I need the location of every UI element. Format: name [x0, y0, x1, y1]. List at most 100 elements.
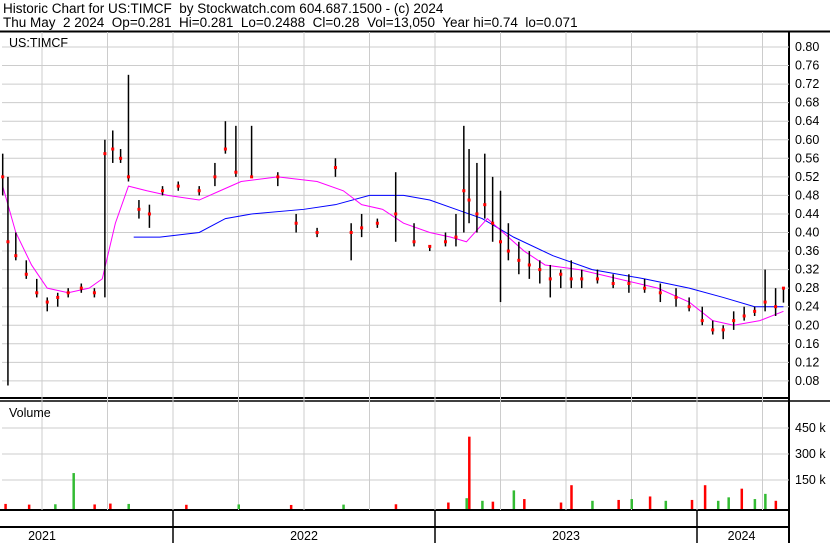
close-marker: [35, 291, 39, 295]
close-marker: [580, 277, 584, 281]
volume-bar: [72, 473, 75, 509]
close-marker: [781, 286, 785, 290]
close-marker: [79, 286, 83, 290]
close-marker: [462, 189, 466, 193]
close-marker: [126, 175, 130, 179]
volume-bar: [394, 504, 398, 509]
close-marker: [658, 291, 662, 295]
volume-bar: [4, 503, 7, 509]
volume-bar: [664, 500, 668, 509]
close-marker: [467, 198, 471, 202]
close-marker: [499, 240, 502, 244]
close-marker: [774, 305, 778, 309]
close-marker: [428, 244, 432, 248]
price-tick-label: 0.72: [795, 77, 819, 91]
volume-tick-label: 450 k: [795, 421, 826, 435]
price-tick-label: 0.24: [795, 300, 819, 314]
volume-bar: [774, 500, 778, 509]
close-marker: [548, 277, 552, 281]
close-marker: [569, 277, 573, 281]
volume-bar: [465, 498, 468, 509]
close-marker: [315, 231, 319, 234]
price-tick-label: 0.68: [795, 96, 819, 110]
close-marker: [753, 309, 757, 313]
close-marker: [294, 221, 298, 225]
close-marker: [56, 295, 60, 299]
close-marker: [1, 175, 5, 179]
close-marker: [538, 268, 542, 272]
close-marker: [627, 282, 631, 286]
close-marker: [721, 328, 725, 332]
close-marker: [161, 189, 165, 193]
close-marker: [349, 231, 353, 234]
volume-bar: [512, 490, 516, 509]
price-tick-label: 0.64: [795, 114, 819, 128]
close-marker: [213, 175, 217, 179]
close-marker: [375, 221, 379, 225]
close-marker: [483, 203, 487, 207]
price-tick-label: 0.28: [795, 281, 819, 295]
volume-bar: [481, 500, 484, 509]
year-label: 2024: [728, 529, 756, 543]
close-marker: [360, 226, 364, 230]
close-marker: [595, 277, 599, 281]
price-tick-label: 0.20: [795, 318, 819, 332]
close-marker: [103, 152, 107, 156]
close-marker: [443, 240, 447, 244]
volume-bar: [648, 496, 652, 509]
volume-bar: [690, 499, 694, 509]
close-marker: [559, 272, 563, 276]
close-marker: [611, 282, 615, 286]
volume-tick-label: 300 k: [795, 447, 826, 461]
price-tick-label: 0.12: [795, 355, 819, 369]
volume-bar: [127, 503, 130, 509]
close-marker: [234, 170, 238, 174]
price-tick-label: 0.52: [795, 170, 819, 184]
volume-bar: [93, 504, 96, 509]
close-marker: [45, 300, 49, 304]
close-marker: [197, 189, 201, 193]
close-marker: [711, 328, 715, 332]
year-label: 2021: [28, 529, 56, 543]
close-marker: [250, 175, 254, 179]
volume-bar: [27, 504, 31, 509]
close-marker: [66, 291, 70, 295]
price-tick-label: 0.36: [795, 244, 819, 258]
close-marker: [700, 319, 704, 323]
close-marker: [412, 240, 416, 244]
price-tick-label: 0.44: [795, 207, 819, 221]
close-marker: [333, 166, 337, 170]
close-marker: [475, 212, 479, 216]
volume-bar: [630, 499, 633, 509]
volume-bar: [342, 504, 345, 509]
volume-bar: [447, 502, 450, 509]
volume-bar: [703, 485, 707, 509]
volume-bar: [740, 488, 744, 509]
stock-chart: Historic Chart for US:TIMCF by Stockwatc…: [0, 0, 830, 543]
close-marker: [111, 147, 115, 151]
close-marker: [14, 254, 18, 258]
volume-bar: [491, 501, 495, 509]
close-marker: [6, 240, 10, 244]
volume-bar: [617, 499, 620, 509]
close-marker: [491, 221, 495, 225]
close-marker: [92, 291, 96, 295]
volume-bar: [727, 497, 730, 509]
price-tick-label: 0.40: [795, 226, 819, 240]
close-marker: [742, 314, 746, 318]
close-marker: [147, 212, 151, 216]
close-marker: [119, 156, 123, 160]
volume-tick-label: 150 k: [795, 473, 826, 487]
chart-canvas: 0.80 0.76 0.72 0.68 0.64 0.60 0.56 0.52 0.48 0.44…: [0, 30, 830, 543]
close-marker: [223, 147, 227, 151]
close-marker: [687, 305, 691, 309]
close-marker: [763, 300, 767, 304]
volume-label: Volume: [9, 406, 51, 420]
symbol-label: US:TIMCF: [9, 36, 68, 50]
volume-bar: [764, 493, 767, 509]
close-marker: [643, 286, 647, 290]
volume-bar: [559, 502, 563, 509]
close-marker: [674, 295, 678, 299]
close-marker: [732, 319, 736, 323]
volume-bar: [185, 504, 188, 509]
